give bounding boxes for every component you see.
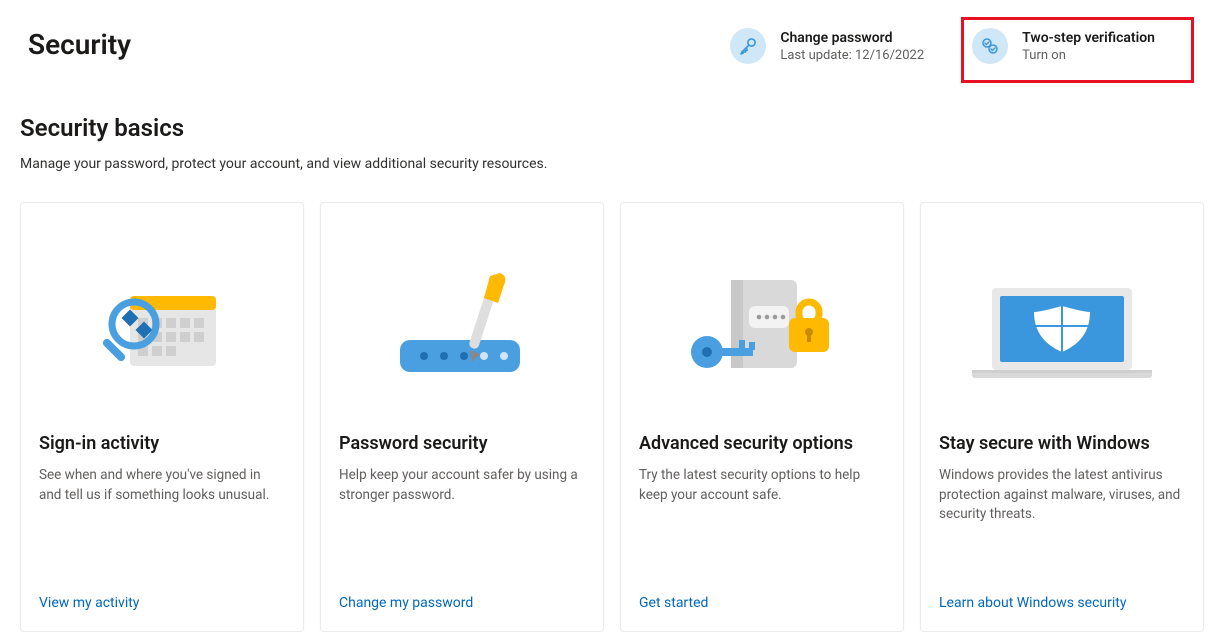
section-title: Security basics	[20, 114, 1195, 142]
get-started-link[interactable]: Get started	[639, 595, 885, 611]
learn-windows-security-link[interactable]: Learn about Windows security	[939, 595, 1185, 611]
card-password-security: Password security Help keep your account…	[320, 202, 604, 632]
card-title: Password security	[339, 433, 585, 454]
card-advanced-security: Advanced security options Try the latest…	[620, 202, 904, 632]
key-icon	[730, 28, 766, 64]
two-step-verification-action[interactable]: Two-step verification Turn on	[970, 26, 1185, 74]
two-step-icon	[972, 28, 1008, 64]
card-title: Sign-in activity	[39, 433, 285, 454]
card-desc: Help keep your account safer by using a …	[339, 466, 585, 595]
password-security-illustration	[339, 223, 585, 403]
card-signin-activity: Sign-in activity See when and where you'…	[20, 202, 304, 632]
windows-security-illustration	[939, 223, 1185, 403]
page-title: Security	[28, 28, 131, 61]
section-subtitle: Manage your password, protect your accou…	[20, 156, 1195, 172]
card-desc: See when and where you've signed in and …	[39, 466, 285, 595]
two-step-label: Two-step verification	[1022, 30, 1155, 46]
two-step-sub: Turn on	[1022, 48, 1155, 63]
card-desc: Try the latest security options to help …	[639, 466, 885, 595]
signin-activity-illustration	[39, 223, 285, 403]
advanced-security-illustration	[639, 223, 885, 403]
card-desc: Windows provides the latest antivirus pr…	[939, 466, 1185, 595]
change-password-label: Change password	[780, 30, 924, 46]
view-my-activity-link[interactable]: View my activity	[39, 595, 285, 611]
card-windows-security: Stay secure with Windows Windows provide…	[920, 202, 1204, 632]
change-password-action[interactable]: Change password Last update: 12/16/2022	[730, 28, 924, 64]
card-title: Stay secure with Windows	[939, 433, 1185, 454]
header-actions: Change password Last update: 12/16/2022	[730, 28, 1195, 64]
card-grid: Sign-in activity See when and where you'…	[20, 202, 1195, 632]
change-my-password-link[interactable]: Change my password	[339, 595, 585, 611]
card-title: Advanced security options	[639, 433, 885, 454]
change-password-sub: Last update: 12/16/2022	[780, 48, 924, 63]
